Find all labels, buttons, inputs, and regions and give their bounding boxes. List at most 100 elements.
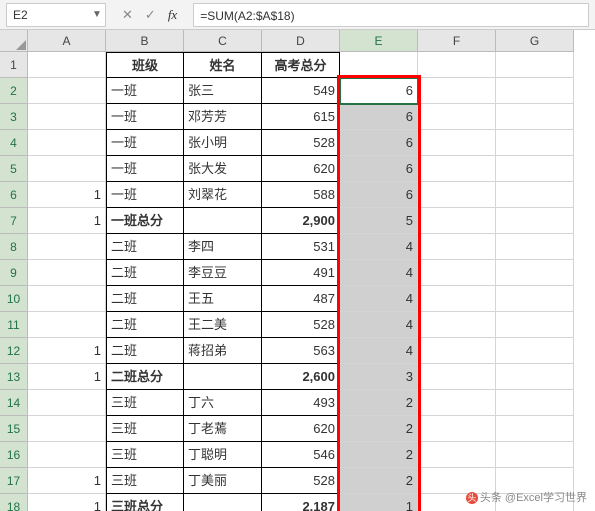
cell-A18[interactable]: 1 xyxy=(28,494,106,511)
column-header-G[interactable]: G xyxy=(496,30,574,52)
cell-A1[interactable] xyxy=(28,52,106,78)
cell-C8[interactable]: 李四 xyxy=(184,234,262,260)
cancel-icon[interactable]: ✕ xyxy=(122,7,133,23)
cell-C11[interactable]: 王二美 xyxy=(184,312,262,338)
row-header-2[interactable]: 2 xyxy=(0,78,28,104)
cell-G16[interactable] xyxy=(496,442,574,468)
cell-G3[interactable] xyxy=(496,104,574,130)
row-header-15[interactable]: 15 xyxy=(0,416,28,442)
cell-E1[interactable] xyxy=(340,52,418,78)
cell-A8[interactable] xyxy=(28,234,106,260)
cell-D9[interactable]: 491 xyxy=(262,260,340,286)
cell-C4[interactable]: 张小明 xyxy=(184,130,262,156)
cell-G10[interactable] xyxy=(496,286,574,312)
cell-G8[interactable] xyxy=(496,234,574,260)
select-all-corner[interactable] xyxy=(0,30,28,52)
cell-B18[interactable]: 三班总分 xyxy=(106,494,184,511)
cell-E9[interactable]: 4 xyxy=(340,260,418,286)
column-header-C[interactable]: C xyxy=(184,30,262,52)
cell-G13[interactable] xyxy=(496,364,574,390)
cell-A11[interactable] xyxy=(28,312,106,338)
row-header-10[interactable]: 10 xyxy=(0,286,28,312)
cell-B13[interactable]: 二班总分 xyxy=(106,364,184,390)
cell-E10[interactable]: 4 xyxy=(340,286,418,312)
name-box[interactable]: E2 ▼ xyxy=(6,3,106,27)
cell-A6[interactable]: 1 xyxy=(28,182,106,208)
row-header-13[interactable]: 13 xyxy=(0,364,28,390)
cell-G7[interactable] xyxy=(496,208,574,234)
cell-D10[interactable]: 487 xyxy=(262,286,340,312)
cell-D5[interactable]: 620 xyxy=(262,156,340,182)
column-header-A[interactable]: A xyxy=(28,30,106,52)
cell-C16[interactable]: 丁聪明 xyxy=(184,442,262,468)
cell-E5[interactable]: 6 xyxy=(340,156,418,182)
cell-E3[interactable]: 6 xyxy=(340,104,418,130)
cell-E2[interactable]: 6 xyxy=(340,78,418,104)
cell-C3[interactable]: 邓芳芳 xyxy=(184,104,262,130)
cell-F6[interactable] xyxy=(418,182,496,208)
cell-F5[interactable] xyxy=(418,156,496,182)
cell-A9[interactable] xyxy=(28,260,106,286)
cell-G12[interactable] xyxy=(496,338,574,364)
cell-B14[interactable]: 三班 xyxy=(106,390,184,416)
cell-C6[interactable]: 刘翠花 xyxy=(184,182,262,208)
cell-A16[interactable] xyxy=(28,442,106,468)
cell-C14[interactable]: 丁六 xyxy=(184,390,262,416)
row-header-3[interactable]: 3 xyxy=(0,104,28,130)
cell-F15[interactable] xyxy=(418,416,496,442)
cell-B11[interactable]: 二班 xyxy=(106,312,184,338)
cell-E18[interactable]: 1 xyxy=(340,494,418,511)
cell-B5[interactable]: 一班 xyxy=(106,156,184,182)
cell-G9[interactable] xyxy=(496,260,574,286)
cell-B7[interactable]: 一班总分 xyxy=(106,208,184,234)
row-header-14[interactable]: 14 xyxy=(0,390,28,416)
row-header-11[interactable]: 11 xyxy=(0,312,28,338)
cell-C15[interactable]: 丁老蔫 xyxy=(184,416,262,442)
cell-F12[interactable] xyxy=(418,338,496,364)
cell-E14[interactable]: 2 xyxy=(340,390,418,416)
cell-D2[interactable]: 549 xyxy=(262,78,340,104)
cell-F3[interactable] xyxy=(418,104,496,130)
column-header-F[interactable]: F xyxy=(418,30,496,52)
cell-E6[interactable]: 6 xyxy=(340,182,418,208)
cell-E16[interactable]: 2 xyxy=(340,442,418,468)
column-header-B[interactable]: B xyxy=(106,30,184,52)
cell-C5[interactable]: 张大发 xyxy=(184,156,262,182)
cell-E8[interactable]: 4 xyxy=(340,234,418,260)
cell-D13[interactable]: 2,600 xyxy=(262,364,340,390)
cell-E4[interactable]: 6 xyxy=(340,130,418,156)
cell-A13[interactable]: 1 xyxy=(28,364,106,390)
confirm-icon[interactable]: ✓ xyxy=(145,7,156,23)
cell-E7[interactable]: 5 xyxy=(340,208,418,234)
row-header-1[interactable]: 1 xyxy=(0,52,28,78)
cell-C12[interactable]: 蒋招弟 xyxy=(184,338,262,364)
row-header-4[interactable]: 4 xyxy=(0,130,28,156)
cell-F2[interactable] xyxy=(418,78,496,104)
cell-A10[interactable] xyxy=(28,286,106,312)
cell-A2[interactable] xyxy=(28,78,106,104)
cell-G1[interactable] xyxy=(496,52,574,78)
row-header-18[interactable]: 18 xyxy=(0,494,28,511)
cell-B1[interactable]: 班级 xyxy=(106,52,184,78)
row-header-9[interactable]: 9 xyxy=(0,260,28,286)
cell-D4[interactable]: 528 xyxy=(262,130,340,156)
cell-C9[interactable]: 李豆豆 xyxy=(184,260,262,286)
cell-F8[interactable] xyxy=(418,234,496,260)
column-header-D[interactable]: D xyxy=(262,30,340,52)
cell-B3[interactable]: 一班 xyxy=(106,104,184,130)
cell-G5[interactable] xyxy=(496,156,574,182)
cell-D18[interactable]: 2,187 xyxy=(262,494,340,511)
cell-G4[interactable] xyxy=(496,130,574,156)
cell-D17[interactable]: 528 xyxy=(262,468,340,494)
cell-D6[interactable]: 588 xyxy=(262,182,340,208)
cell-C17[interactable]: 丁美丽 xyxy=(184,468,262,494)
cell-C2[interactable]: 张三 xyxy=(184,78,262,104)
cell-B9[interactable]: 二班 xyxy=(106,260,184,286)
cell-D15[interactable]: 620 xyxy=(262,416,340,442)
cell-C7[interactable] xyxy=(184,208,262,234)
cell-F4[interactable] xyxy=(418,130,496,156)
cell-B10[interactable]: 二班 xyxy=(106,286,184,312)
column-header-E[interactable]: E xyxy=(340,30,418,52)
cell-D14[interactable]: 493 xyxy=(262,390,340,416)
cell-A3[interactable] xyxy=(28,104,106,130)
